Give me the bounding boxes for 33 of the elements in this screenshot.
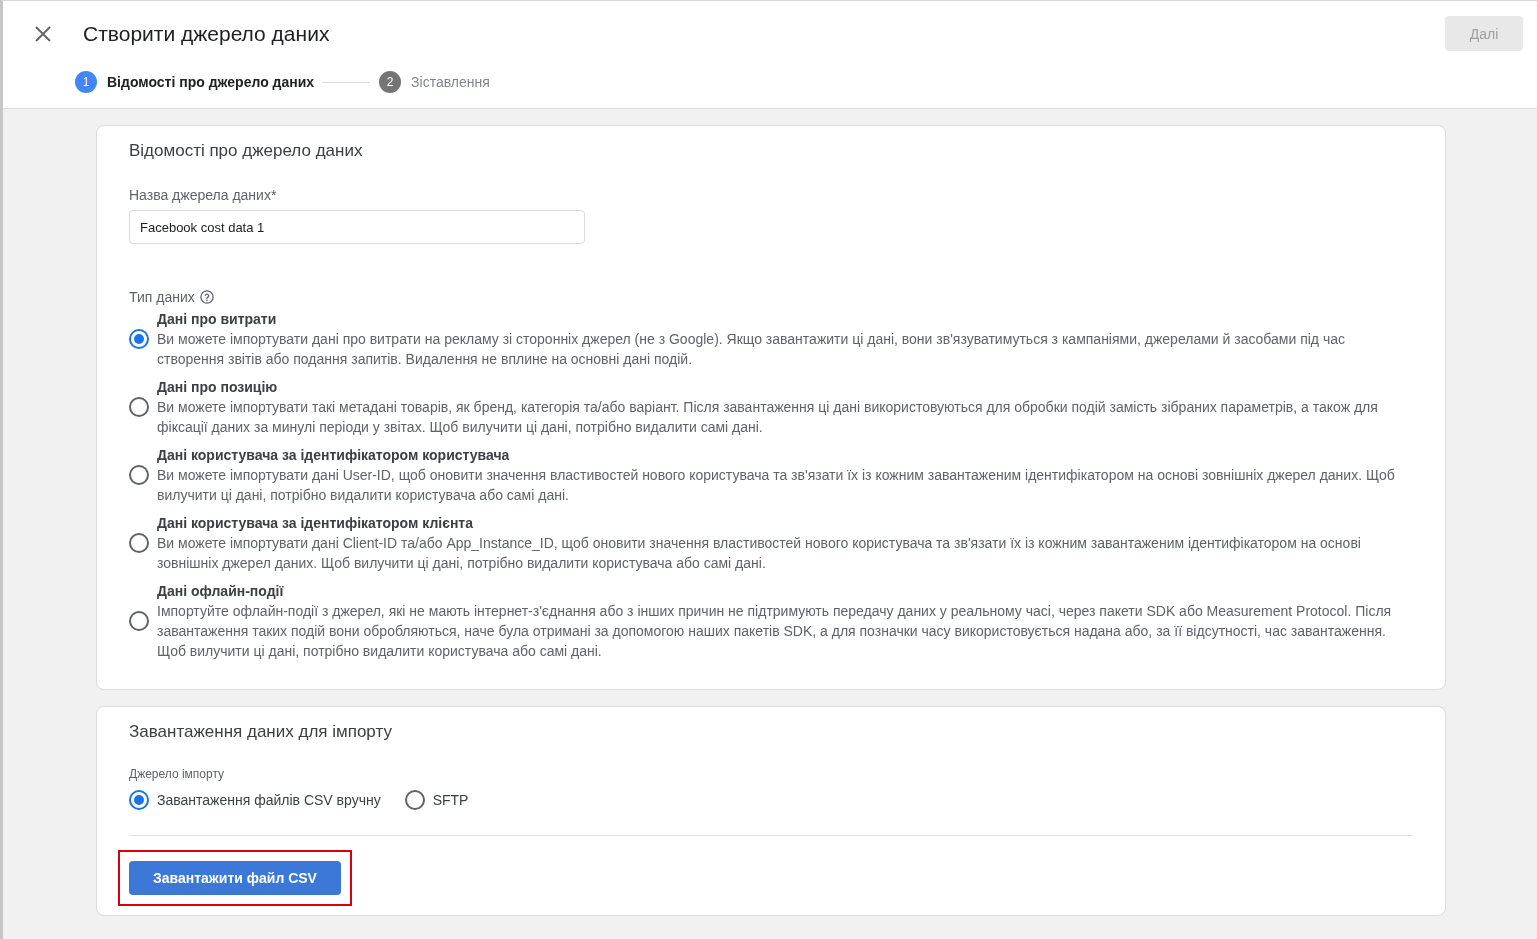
radio-button[interactable]: [129, 397, 149, 417]
option-title: Дані користувача за ідентифікатором користувача: [157, 446, 511, 465]
option-title: Дані користувача за ідентифікатором клієнта: [157, 514, 474, 533]
close-icon[interactable]: [35, 25, 51, 42]
step-number: 1: [75, 71, 97, 93]
radio-button[interactable]: [129, 533, 149, 553]
radio-label[interactable]: SFTP: [432, 790, 469, 810]
radio-button[interactable]: [129, 465, 149, 485]
field-label: Тип даних: [129, 288, 195, 307]
radio-button[interactable]: [129, 329, 149, 349]
option-description: Ви можете імпортувати дані Client-ID та/або App_Instance_ID, щоб оновити значення властивостей нового користувача та зв'язати їх із кожним завантаженим ідентифікатором на основі зовнішніх джерел даних. Щоб вилучити ці дані, потрібно видалити користувача або самі дані.: [157, 534, 1362, 573]
option-description: Ви можете імпортувати дані User-ID, щоб оновити значення властивостей нового користувача та зв'язати їх із кожним завантаженим ідентифікатором на основі зовнішніх джерел даних. Щоб вилучити ці дані, потрібно видалити користувача або самі дані.: [157, 466, 1396, 505]
option-title: Дані про витрати: [157, 310, 278, 329]
radio-label[interactable]: Завантаження файлів CSV вручну: [157, 790, 381, 810]
option-description: Ви можете імпортувати дані про витрати на рекламу зі сторонніх джерел (не з Google). Якщо завантажити ці дані, вони зв'язуватимуться з кампаніями, джерелами й засобами під час створення звітів або подання запитів. Видалення не вплине на основні дані подій.: [157, 330, 1346, 369]
option-description: Імпортуйте офлайн-події з джерел, які не мають інтернет-з'єднання або з інших причин не підтримують передачу даних у реальному часі, через пакети SDK або Measurement Protocol. Після завантаження таких подій вони обробляються, наче була отримані за допомогою наших пакетів SDK, а для позначки часу використовується надана або, за її відсутності, час завантаження. Щоб вилучити ці дані, потрібно видалити користувача або самі дані.: [157, 602, 1393, 661]
card-title: Відомості про джерело даних: [129, 140, 364, 162]
option-title: Дані про позицію: [157, 378, 279, 397]
option-description: Ви можете імпортувати такі метадані товарів, як бренд, категорія та/або варіант. Після завантаження ці дані використовуються для обробки подій замість зібраних параметрів, а також для фіксації даних за минулі періоди у звітах. Щоб вилучити ці дані, потрібно видалити самі дані.: [157, 398, 1379, 437]
option-title: Дані офлайн-події: [157, 582, 285, 601]
dialog-title: Створити джерело даних: [83, 21, 331, 46]
radio-button[interactable]: [129, 611, 149, 631]
step-number: 2: [379, 71, 402, 93]
input-field[interactable]: Facebook cost data 1: [129, 210, 585, 244]
step-label[interactable]: Відомості про джерело даних: [107, 74, 315, 90]
card-title: Завантаження даних для імпорту: [129, 721, 393, 743]
upload-csv-button[interactable]: Завантажити файл CSV: [129, 861, 341, 895]
step-label[interactable]: Зіставлення: [411, 74, 490, 90]
field-label: Джерело імпорту: [129, 766, 225, 782]
help-icon[interactable]: [199, 290, 214, 304]
radio-button[interactable]: [404, 790, 425, 810]
radio-button[interactable]: [129, 790, 149, 810]
field-label: Назва джерела даних*: [129, 186, 277, 205]
